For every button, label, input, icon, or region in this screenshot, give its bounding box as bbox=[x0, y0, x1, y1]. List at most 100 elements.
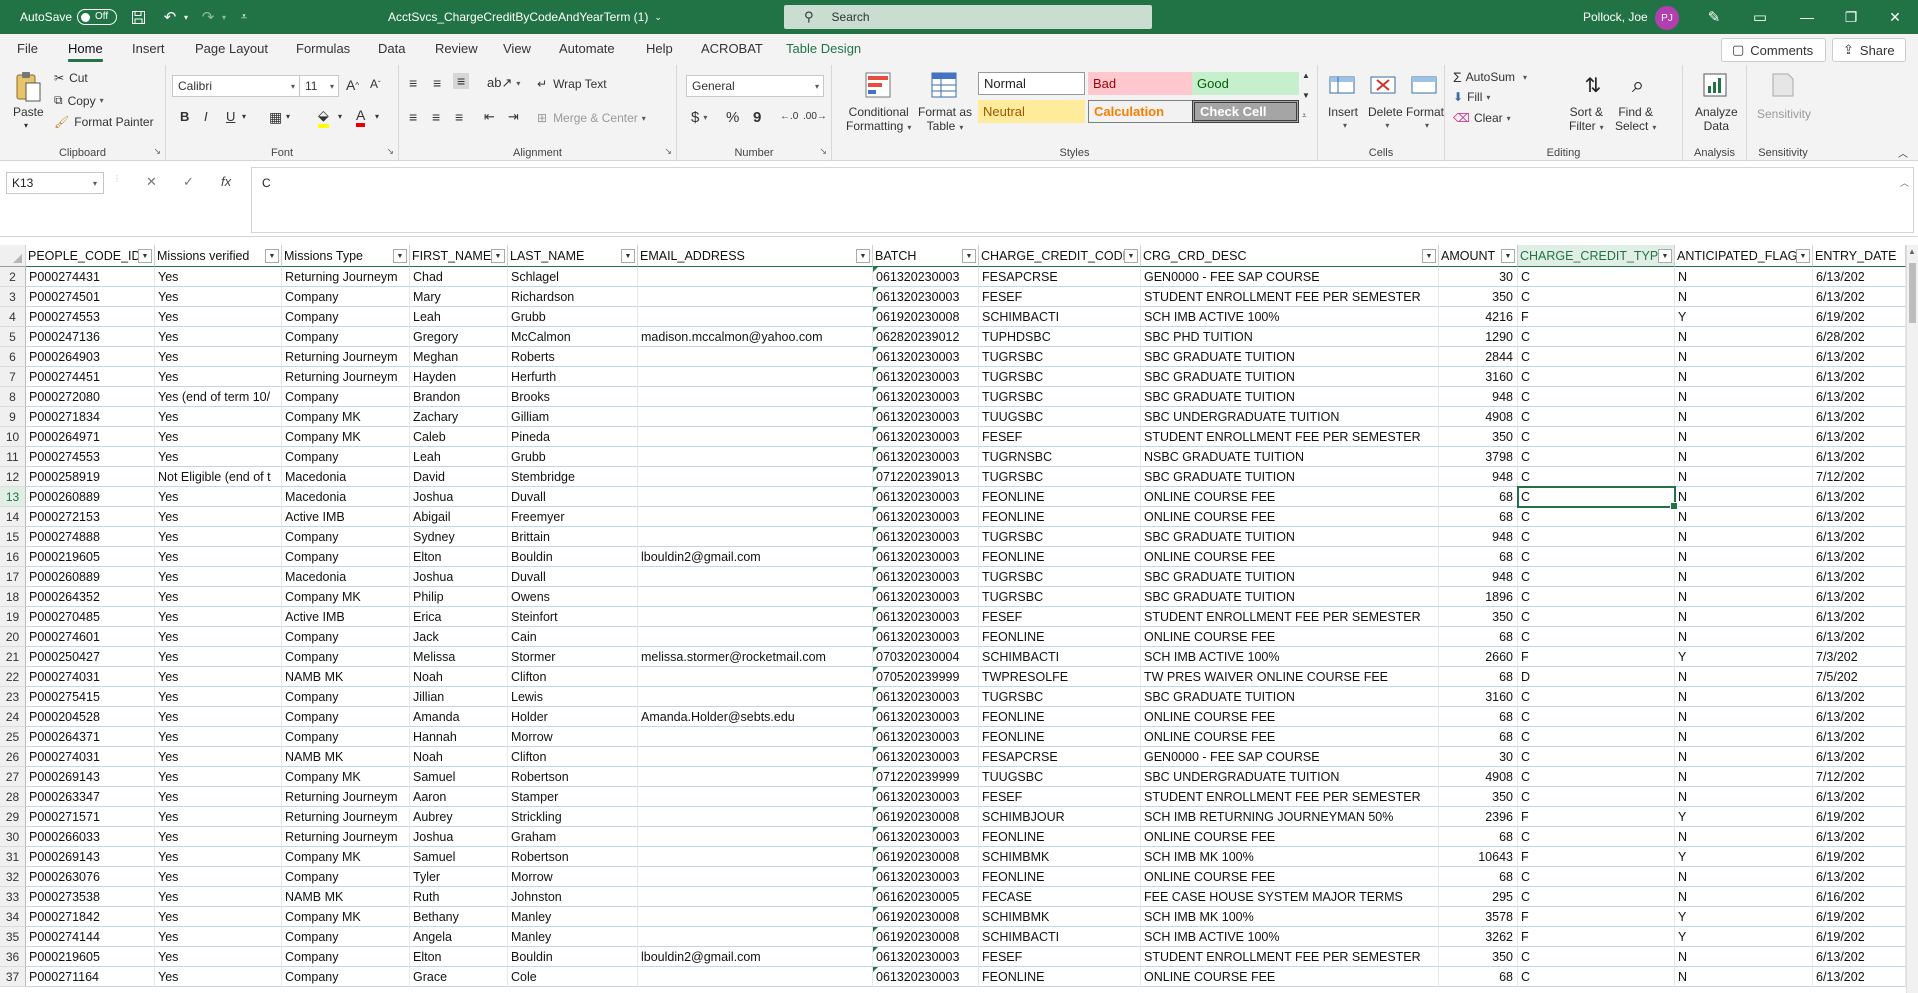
cell-crg-crd-desc[interactable]: ONLINE COURSE FEE bbox=[1141, 827, 1439, 847]
cell-batch[interactable]: 061320230003 bbox=[873, 707, 979, 727]
cell-missions-type[interactable]: Company MK bbox=[282, 407, 410, 427]
row-header[interactable]: 5 bbox=[0, 327, 26, 347]
cell-entry-date[interactable]: 6/13/202 bbox=[1813, 627, 1906, 647]
cell-amount[interactable]: 68 bbox=[1439, 727, 1518, 747]
cell-missions-type[interactable]: Active IMB bbox=[282, 607, 410, 627]
row-header[interactable]: 37 bbox=[0, 967, 26, 987]
cell-batch[interactable]: 061920230008 bbox=[873, 307, 979, 327]
cell-charge-credit-type[interactable]: F bbox=[1518, 907, 1675, 927]
cell-amount[interactable]: 3578 bbox=[1439, 907, 1518, 927]
cell-charge-credit-type[interactable]: C bbox=[1518, 607, 1675, 627]
tab-view[interactable]: View bbox=[503, 41, 531, 56]
cell-email-address[interactable] bbox=[638, 807, 873, 827]
cell-missions-type[interactable]: Company bbox=[282, 627, 410, 647]
cell-charge-credit-code[interactable]: FECASE bbox=[979, 887, 1141, 907]
cell-people-code-id[interactable]: P000274031 bbox=[26, 667, 155, 687]
cell-missions-type[interactable]: Company bbox=[282, 447, 410, 467]
cell-missions-verified[interactable]: Yes bbox=[155, 707, 282, 727]
cell-entry-date[interactable]: 6/13/202 bbox=[1813, 527, 1906, 547]
cell-email-address[interactable] bbox=[638, 567, 873, 587]
column-header-email-address[interactable]: EMAIL_ADDRESS ▼ bbox=[638, 245, 873, 267]
cell-amount[interactable]: 948 bbox=[1439, 387, 1518, 407]
cell-amount[interactable]: 350 bbox=[1439, 287, 1518, 307]
cell-anticipated-flag[interactable]: Y bbox=[1675, 807, 1813, 827]
cell-last-name[interactable]: Freemyer bbox=[508, 507, 638, 527]
cell-charge-credit-code[interactable]: SCHIMBMK bbox=[979, 907, 1141, 927]
cell-charge-credit-type[interactable]: C bbox=[1518, 587, 1675, 607]
cell-missions-verified[interactable]: Yes (end of term 10/ bbox=[155, 387, 282, 407]
cell-batch[interactable]: 061920230008 bbox=[873, 927, 979, 947]
tab-table-design[interactable]: Table Design bbox=[786, 41, 861, 56]
cell-email-address[interactable] bbox=[638, 507, 873, 527]
cell-charge-credit-code[interactable]: FESAPCRSE bbox=[979, 267, 1141, 287]
cell-people-code-id[interactable]: P000266033 bbox=[26, 827, 155, 847]
cell-first-name[interactable]: Hannah bbox=[410, 727, 508, 747]
cell-first-name[interactable]: Leah bbox=[410, 447, 508, 467]
cell-crg-crd-desc[interactable]: ONLINE COURSE FEE bbox=[1141, 707, 1439, 727]
cell-missions-verified[interactable]: Yes bbox=[155, 967, 282, 987]
cell-charge-credit-code[interactable]: TUGRSBC bbox=[979, 687, 1141, 707]
wrap-text-button[interactable]: ↵ Wrap Text bbox=[537, 77, 607, 91]
cell-missions-type[interactable]: Returning Journeym bbox=[282, 347, 410, 367]
cell-amount[interactable]: 68 bbox=[1439, 487, 1518, 507]
cell-email-address[interactable] bbox=[638, 627, 873, 647]
column-header-entry-date[interactable]: ENTRY_DATE bbox=[1813, 245, 1906, 267]
cell-batch[interactable]: 061920230008 bbox=[873, 807, 979, 827]
align-left-icon[interactable]: ≡ bbox=[409, 109, 417, 125]
cell-missions-type[interactable]: Company bbox=[282, 927, 410, 947]
cell-crg-crd-desc[interactable]: SBC GRADUATE TUITION bbox=[1141, 567, 1439, 587]
cell-charge-credit-type[interactable]: C bbox=[1518, 287, 1675, 307]
increase-indent-icon[interactable]: ⇥ bbox=[508, 109, 519, 125]
cell-anticipated-flag[interactable]: N bbox=[1675, 287, 1813, 307]
row-header[interactable]: 12 bbox=[0, 467, 26, 487]
cell-people-code-id[interactable]: P000247136 bbox=[26, 327, 155, 347]
cell-batch[interactable]: 061920230008 bbox=[873, 847, 979, 867]
cut-button[interactable]: ✂ Cut bbox=[54, 71, 88, 85]
font-color-icon[interactable]: A bbox=[356, 107, 366, 127]
cell-crg-crd-desc[interactable]: SBC GRADUATE TUITION bbox=[1141, 587, 1439, 607]
cell-last-name[interactable]: Pineda bbox=[508, 427, 638, 447]
paste-dropdown-icon[interactable]: ▾ bbox=[24, 121, 28, 130]
cell-anticipated-flag[interactable]: N bbox=[1675, 487, 1813, 507]
cell-email-address[interactable] bbox=[638, 287, 873, 307]
cell-charge-credit-type[interactable]: C bbox=[1518, 547, 1675, 567]
cell-anticipated-flag[interactable]: N bbox=[1675, 507, 1813, 527]
cell-charge-credit-code[interactable]: FEONLINE bbox=[979, 507, 1141, 527]
cell-entry-date[interactable]: 6/13/202 bbox=[1813, 267, 1906, 287]
cell-first-name[interactable]: Tyler bbox=[410, 867, 508, 887]
row-header[interactable]: 16 bbox=[0, 547, 26, 567]
cell-batch[interactable]: 061320230003 bbox=[873, 727, 979, 747]
cell-people-code-id[interactable]: P000270485 bbox=[26, 607, 155, 627]
cell-first-name[interactable]: Sydney bbox=[410, 527, 508, 547]
cell-last-name[interactable]: Grubb bbox=[508, 447, 638, 467]
cell-entry-date[interactable]: 6/13/202 bbox=[1813, 867, 1906, 887]
minimize-icon[interactable]: — bbox=[1784, 0, 1830, 34]
cell-batch[interactable]: 061320230003 bbox=[873, 407, 979, 427]
cell-entry-date[interactable]: 6/19/202 bbox=[1813, 807, 1906, 827]
cell-anticipated-flag[interactable]: N bbox=[1675, 447, 1813, 467]
cell-people-code-id[interactable]: P000260889 bbox=[26, 567, 155, 587]
cell-missions-verified[interactable]: Yes bbox=[155, 647, 282, 667]
cell-missions-verified[interactable]: Yes bbox=[155, 867, 282, 887]
cell-batch[interactable]: 070320230004 bbox=[873, 647, 979, 667]
cell-email-address[interactable] bbox=[638, 587, 873, 607]
cell-email-address[interactable] bbox=[638, 967, 873, 987]
cell-batch[interactable]: 061320230003 bbox=[873, 787, 979, 807]
tab-automate[interactable]: Automate bbox=[559, 41, 615, 56]
cell-email-address[interactable]: lbouldin2@gmail.com bbox=[638, 547, 873, 567]
cell-charge-credit-code[interactable]: FEONLINE bbox=[979, 727, 1141, 747]
cell-anticipated-flag[interactable]: N bbox=[1675, 967, 1813, 987]
styles-scroll-down-icon[interactable]: ▼ bbox=[1302, 91, 1310, 100]
cell-charge-credit-code[interactable]: SCHIMBJOUR bbox=[979, 807, 1141, 827]
cell-charge-credit-code[interactable]: FESEF bbox=[979, 947, 1141, 967]
cell-batch[interactable]: 061320230003 bbox=[873, 627, 979, 647]
cell-missions-verified[interactable]: Yes bbox=[155, 727, 282, 747]
cell-missions-verified[interactable]: Yes bbox=[155, 907, 282, 927]
cell-amount[interactable]: 68 bbox=[1439, 827, 1518, 847]
cell-entry-date[interactable]: 6/13/202 bbox=[1813, 427, 1906, 447]
undo-dropdown-icon[interactable]: ▾ bbox=[174, 0, 198, 34]
cell-anticipated-flag[interactable]: N bbox=[1675, 407, 1813, 427]
style-good[interactable]: Good bbox=[1192, 72, 1299, 95]
cell-missions-type[interactable]: Company bbox=[282, 867, 410, 887]
cell-entry-date[interactable]: 6/19/202 bbox=[1813, 307, 1906, 327]
